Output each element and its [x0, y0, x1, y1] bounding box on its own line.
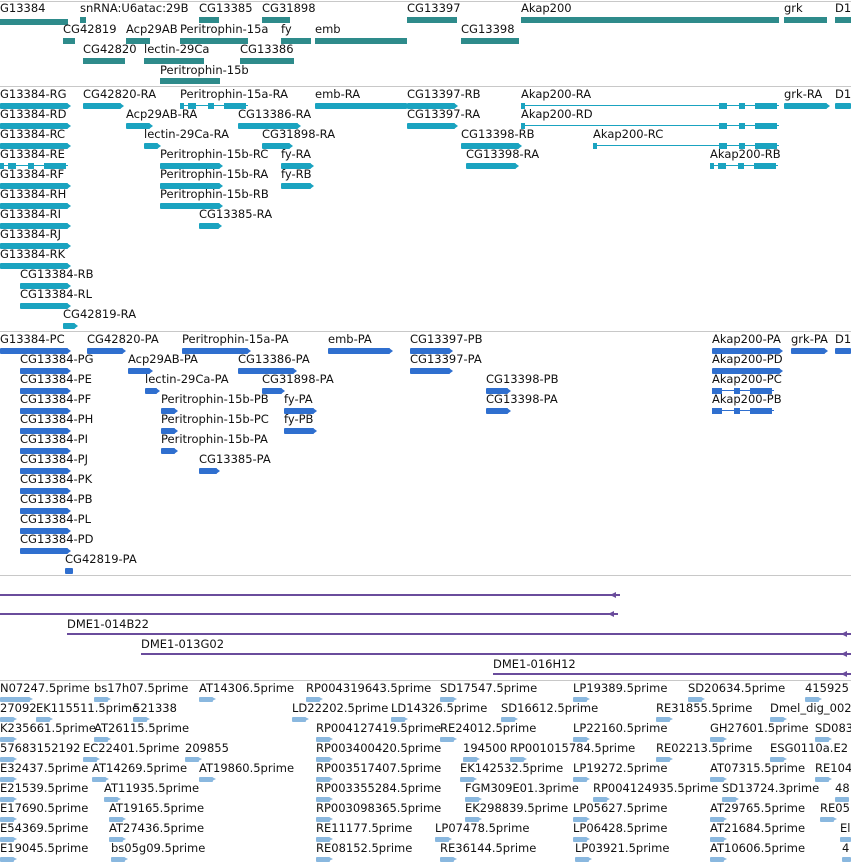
- exon-bar[interactable]: [316, 857, 330, 862]
- feature-label[interactable]: 194500: [463, 742, 507, 755]
- feature-label[interactable]: E17690.5prime: [0, 802, 88, 815]
- strand-arrow-icon: [669, 757, 673, 761]
- feature-label[interactable]: SD20634.5prime: [688, 682, 785, 695]
- feature-label[interactable]: RE08152.5prime: [316, 842, 412, 855]
- feature-label[interactable]: 415925: [805, 682, 849, 695]
- feature-label[interactable]: El: [840, 822, 850, 835]
- exon-bar[interactable]: [842, 857, 851, 862]
- strand-arrow-icon: [453, 857, 457, 861]
- exon-bar[interactable]: [440, 857, 454, 862]
- exon-bar[interactable]: [199, 777, 213, 782]
- feature-label[interactable]: AT19165.5prime: [109, 802, 204, 815]
- feature-label[interactable]: RP004127419.5prime: [316, 722, 441, 735]
- strand-arrow-icon: [588, 857, 592, 861]
- feature-label[interactable]: LP07478.5prime: [435, 822, 529, 835]
- track-ests: N07247.5prime bs17h07.5prime AT14306.5prim…: [0, 0, 851, 863]
- feature-label[interactable]: 27092: [0, 702, 37, 715]
- exon-bar[interactable]: [820, 817, 834, 822]
- feature-label[interactable]: LP22160.5prime: [573, 722, 667, 735]
- feature-label[interactable]: 48: [835, 782, 850, 795]
- exon-bar[interactable]: [710, 857, 724, 862]
- feature-label[interactable]: LP06428.5prime: [573, 822, 667, 835]
- feature-label[interactable]: Dmel_dig_002: [770, 702, 851, 715]
- feature-label[interactable]: RP003098365.5prime: [316, 802, 441, 815]
- feature-label[interactable]: SD17547.5prime: [440, 682, 537, 695]
- feature-label[interactable]: RP004319643.5prime: [306, 682, 431, 695]
- strand-arrow-icon: [212, 777, 216, 781]
- feature-label[interactable]: LP03921.5prime: [575, 842, 669, 855]
- exon-bar[interactable]: [185, 757, 199, 762]
- feature-label[interactable]: N07247.5prime: [0, 682, 90, 695]
- feature-label[interactable]: AT27436.5prime: [109, 822, 204, 835]
- feature-label[interactable]: SD16612.5prime: [501, 702, 598, 715]
- feature-label[interactable]: GH27601.5prime: [710, 722, 809, 735]
- feature-label[interactable]: AT29765.5prime: [710, 802, 805, 815]
- feature-label[interactable]: LD22202.5prime: [292, 702, 388, 715]
- feature-label[interactable]: EC22401.5prime: [83, 742, 179, 755]
- feature-label[interactable]: SD13724.3prime: [722, 782, 819, 795]
- feature-label[interactable]: RP003400420.5prime: [316, 742, 441, 755]
- feature-label[interactable]: RP001015784.5prime: [510, 742, 635, 755]
- feature-label[interactable]: RE02213.5prime: [656, 742, 752, 755]
- strand-arrow-icon: [669, 717, 673, 721]
- feature-label[interactable]: K235661.5prime: [0, 722, 96, 735]
- feature-label[interactable]: LD14326.5prime: [391, 702, 487, 715]
- feature-label[interactable]: SD083: [815, 722, 851, 735]
- strand-arrow-icon: [329, 857, 333, 861]
- feature-label[interactable]: E19045.5prime: [0, 842, 88, 855]
- feature-label[interactable]: AT19860.5prime: [199, 762, 294, 775]
- feature-label[interactable]: AT07315.5prime: [710, 762, 805, 775]
- feature-label[interactable]: EK142532.5prime: [460, 762, 563, 775]
- feature-label[interactable]: LP05627.5prime: [573, 802, 667, 815]
- exon-bar[interactable]: [199, 697, 213, 702]
- feature-label[interactable]: bs05g09.5prime: [111, 842, 205, 855]
- feature-label[interactable]: RP003355284.5prime: [316, 782, 441, 795]
- feature-label[interactable]: LP19272.5prime: [573, 762, 667, 775]
- feature-label[interactable]: RE36144.5prime: [440, 842, 536, 855]
- feature-label[interactable]: AT14269.5prime: [92, 762, 187, 775]
- feature-label[interactable]: AT14306.5prime: [199, 682, 294, 695]
- feature-label[interactable]: RP003517407.5prime: [316, 762, 441, 775]
- feature-label[interactable]: RE11177.5prime: [316, 822, 412, 835]
- feature-label[interactable]: RE05: [820, 802, 850, 815]
- exon-bar[interactable]: [575, 857, 589, 862]
- feature-label[interactable]: EK298839.5prime: [465, 802, 568, 815]
- feature-label[interactable]: RE24012.5prime: [440, 722, 536, 735]
- feature-label[interactable]: LP19389.5prime: [573, 682, 667, 695]
- exon-bar[interactable]: [111, 857, 125, 862]
- strand-arrow-icon: [828, 777, 832, 781]
- strand-arrow-icon: [13, 857, 17, 861]
- exon-bar[interactable]: [0, 857, 14, 862]
- feature-label[interactable]: AT11935.5prime: [104, 782, 199, 795]
- strand-arrow-icon: [453, 737, 457, 741]
- strand-arrow-icon: [305, 717, 309, 721]
- feature-label[interactable]: AT21684.5prime: [710, 822, 805, 835]
- strand-arrow-icon: [723, 857, 727, 861]
- feature-label[interactable]: RE104: [815, 762, 851, 775]
- feature-label[interactable]: 4: [842, 842, 849, 855]
- strand-arrow-icon: [212, 697, 216, 701]
- feature-label[interactable]: ESG0110a.E2: [770, 742, 848, 755]
- feature-label[interactable]: bs17h07.5prime: [94, 682, 188, 695]
- exon-bar[interactable]: [440, 737, 454, 742]
- strand-arrow-icon: [124, 857, 128, 861]
- feature-label[interactable]: E32437.5prime: [0, 762, 88, 775]
- feature-label[interactable]: AT10606.5prime: [710, 842, 805, 855]
- feature-label[interactable]: 57683152192: [0, 742, 80, 755]
- feature-label[interactable]: FGM309E01.3prime: [465, 782, 579, 795]
- feature-label[interactable]: 209855: [185, 742, 229, 755]
- feature-label[interactable]: EK115511.5prime: [36, 702, 139, 715]
- feature-label[interactable]: AT26115.5prime: [94, 722, 189, 735]
- feature-label[interactable]: RE31855.5prime: [656, 702, 752, 715]
- feature-label[interactable]: RP004124935.5prime: [593, 782, 718, 795]
- feature-label[interactable]: 521338: [133, 702, 177, 715]
- feature-label[interactable]: E54369.5prime: [0, 822, 88, 835]
- strand-arrow-icon: [833, 817, 837, 821]
- strand-arrow-icon: [586, 777, 590, 781]
- exon-bar[interactable]: [292, 717, 306, 722]
- feature-label[interactable]: E21539.5prime: [0, 782, 88, 795]
